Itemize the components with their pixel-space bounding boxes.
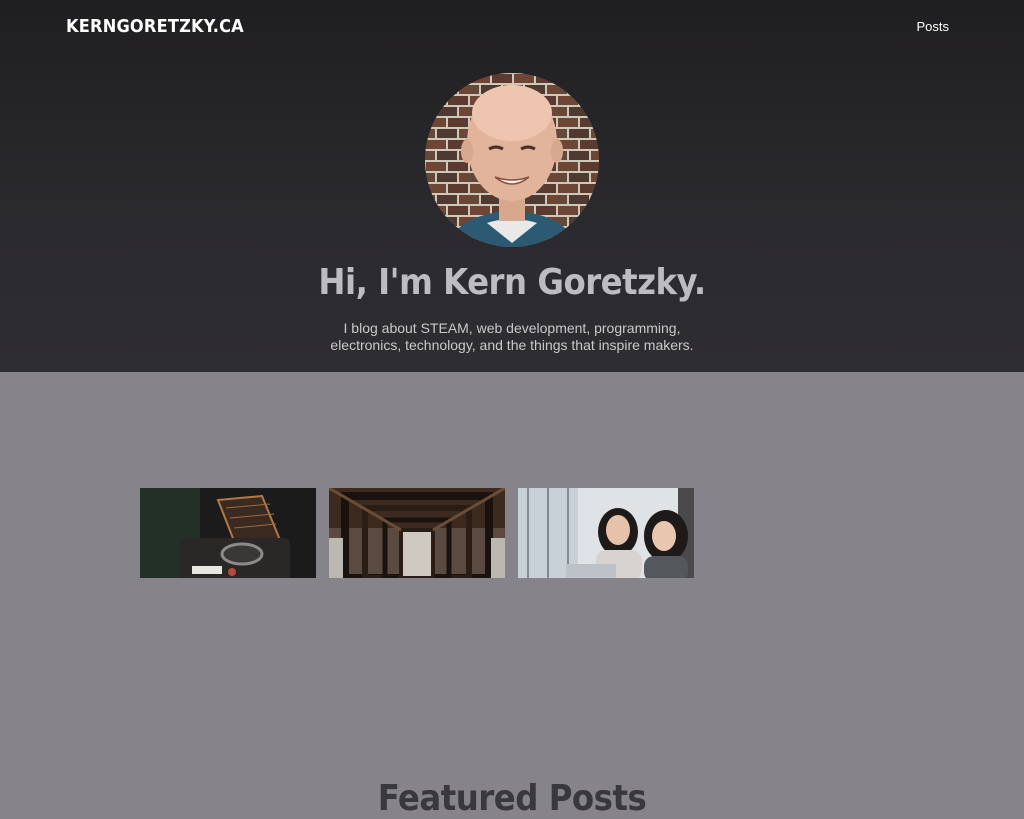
portrait-icon [425,73,599,247]
electronic-device-icon [140,488,316,578]
hero-tagline-line2: electronics, technology, and the things … [330,337,694,353]
featured-post-card-3[interactable] [518,488,694,578]
featured-heading: Featured Posts [377,778,647,819]
hero-tagline: I blog about STEAM, web development, pro… [312,320,712,354]
hero-tagline-line1: I blog about STEAM, web development, pro… [343,320,681,336]
nav-posts-link[interactable]: Posts [916,19,949,34]
two-women-laptop-icon [518,488,694,578]
avatar [425,73,599,247]
symmetric-architecture-icon [329,488,505,578]
featured-post-card-1[interactable] [140,488,316,578]
hero-section: KERNGORETZKY.CA Posts Hi, I'm Kern Goret… [0,0,1024,372]
featured-post-card-2[interactable] [329,488,505,578]
hero-heading: Hi, I'm Kern Goretzky. [318,262,706,303]
site-title-link[interactable]: KERNGORETZKY.CA [66,16,244,37]
